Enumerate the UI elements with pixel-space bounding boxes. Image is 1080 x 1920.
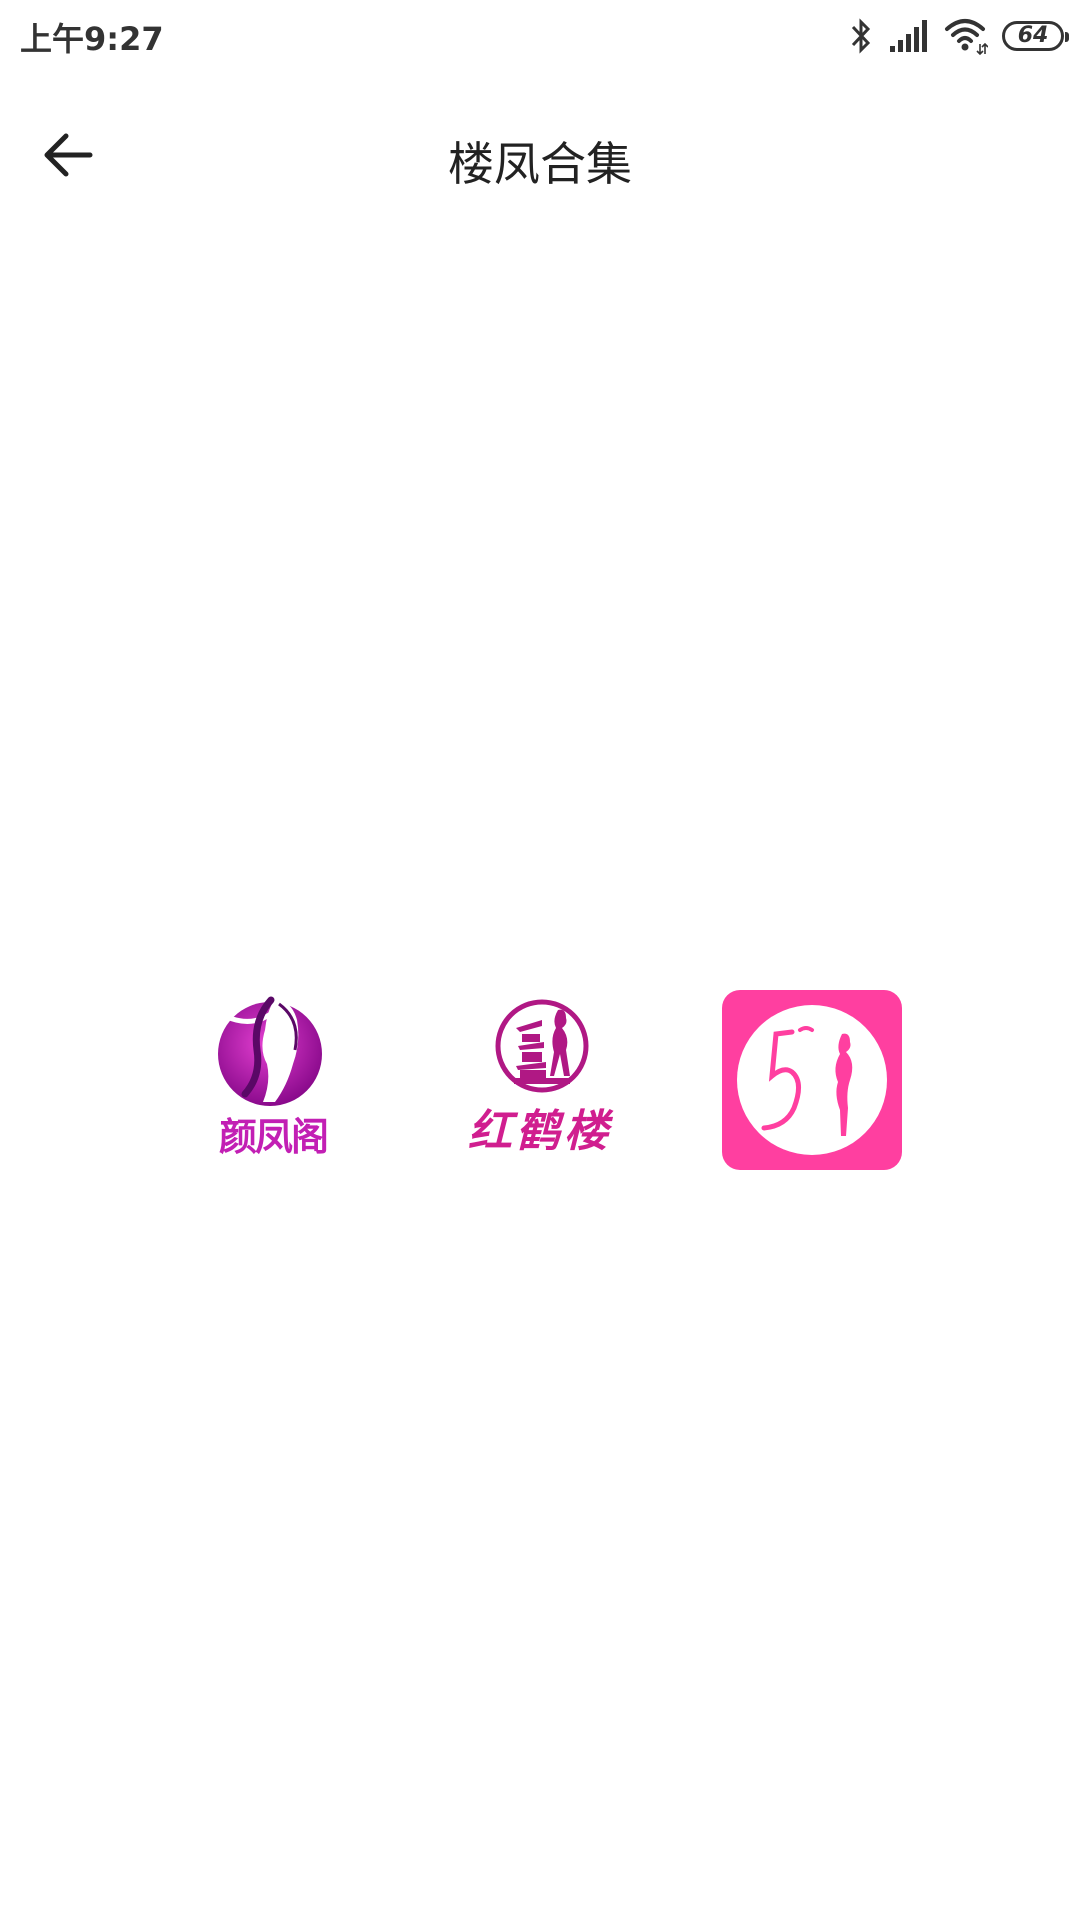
app-label: 红鹤楼: [468, 1106, 612, 1157]
wifi-icon: [945, 19, 988, 56]
app-label: 颜凤阁: [218, 1115, 329, 1159]
app-item-51[interactable]: [722, 990, 902, 1170]
cellular-signal-icon: [890, 20, 927, 52]
yanfengge-logo: [218, 996, 322, 1106]
hongheleou-logo: [495, 999, 589, 1093]
app-list: 颜凤阁 红鹤楼: [0, 990, 1080, 1180]
app-51-logo: [722, 990, 902, 1170]
app-item-yanfengge[interactable]: 颜凤阁: [183, 990, 363, 1170]
status-time: 上午9:27: [20, 20, 164, 58]
bluetooth-icon: [851, 18, 871, 54]
page-title: 楼凤合集: [448, 137, 632, 191]
battery-level: 64: [1017, 23, 1049, 48]
app-item-hongheleou[interactable]: 红鹤楼: [450, 990, 630, 1170]
status-icons: 64: [848, 14, 1069, 58]
battery-tip: [1065, 32, 1069, 42]
screen: 上午9:27 64 楼凤合集 颜凤阁 红鹤楼: [0, 0, 1080, 1920]
status-bar: 上午9:27 64: [0, 0, 1080, 72]
title-bar: 楼凤合集: [0, 100, 1080, 210]
battery-icon: 64: [1002, 21, 1069, 51]
